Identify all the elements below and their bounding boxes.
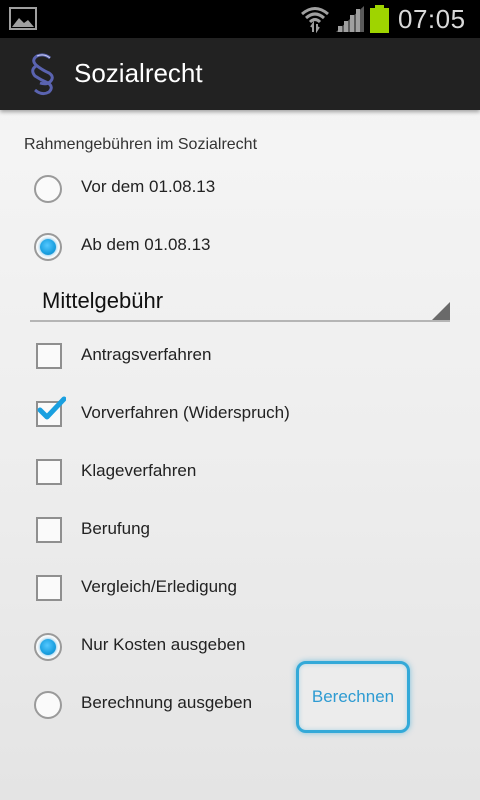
checkbox-klageverfahren[interactable]: Klageverfahren (34, 459, 454, 499)
checkbox-label: Vorverfahren (Widerspruch) (81, 403, 290, 422)
calculate-button[interactable]: Berechnen (296, 661, 410, 733)
checkbox[interactable] (36, 517, 62, 543)
radio-button-selected[interactable] (34, 633, 62, 661)
checkbox-label: Antragsverfahren (81, 345, 212, 364)
action-bar: Sozialrecht (0, 38, 480, 110)
radio-button[interactable] (34, 175, 62, 203)
checkbox-antragsverfahren[interactable]: Antragsverfahren (34, 343, 454, 383)
radio-label: Ab dem 01.08.13 (81, 235, 211, 254)
gallery-icon (9, 7, 37, 30)
checkmark-icon (37, 396, 66, 420)
radio-label: Vor dem 01.08.13 (81, 177, 216, 196)
checkbox-label: Vergleich/Erledigung (81, 577, 237, 596)
signal-icon (336, 6, 364, 32)
radio-button[interactable] (34, 691, 62, 719)
dropdown-arrow-icon (432, 302, 450, 320)
wifi-icon (301, 7, 329, 33)
checkbox[interactable] (36, 575, 62, 601)
checkbox[interactable] (36, 459, 62, 485)
section-label: Rahmengebühren im Sozialrecht (24, 136, 258, 153)
radio-button-selected[interactable] (34, 233, 62, 261)
checkbox-berufung[interactable]: Berufung (34, 517, 454, 557)
checkbox-label: Berufung (81, 519, 150, 538)
section-sign-logo-icon[interactable] (26, 52, 60, 96)
clock: 07:05 (398, 4, 466, 34)
status-bar: 07:05 (0, 0, 480, 38)
radio-option-before[interactable]: Vor dem 01.08.13 (34, 175, 454, 215)
fee-spinner[interactable]: Mittelgebühr (30, 282, 450, 322)
radio-label: Berechnung ausgeben (81, 693, 253, 712)
checkbox-label: Klageverfahren (81, 461, 197, 480)
radio-label: Nur Kosten ausgeben (81, 635, 246, 654)
radio-option-calculation[interactable]: Berechnung ausgeben (34, 691, 284, 731)
app-title: Sozialrecht (74, 58, 203, 88)
spinner-value: Mittelgebühr (42, 288, 164, 313)
checkbox-vorverfahren[interactable]: Vorverfahren (Widerspruch) (34, 396, 454, 441)
radio-option-from[interactable]: Ab dem 01.08.13 (34, 233, 454, 273)
checkbox-vergleich[interactable]: Vergleich/Erledigung (34, 575, 454, 615)
checkbox[interactable] (36, 343, 62, 369)
battery-icon (370, 5, 389, 33)
